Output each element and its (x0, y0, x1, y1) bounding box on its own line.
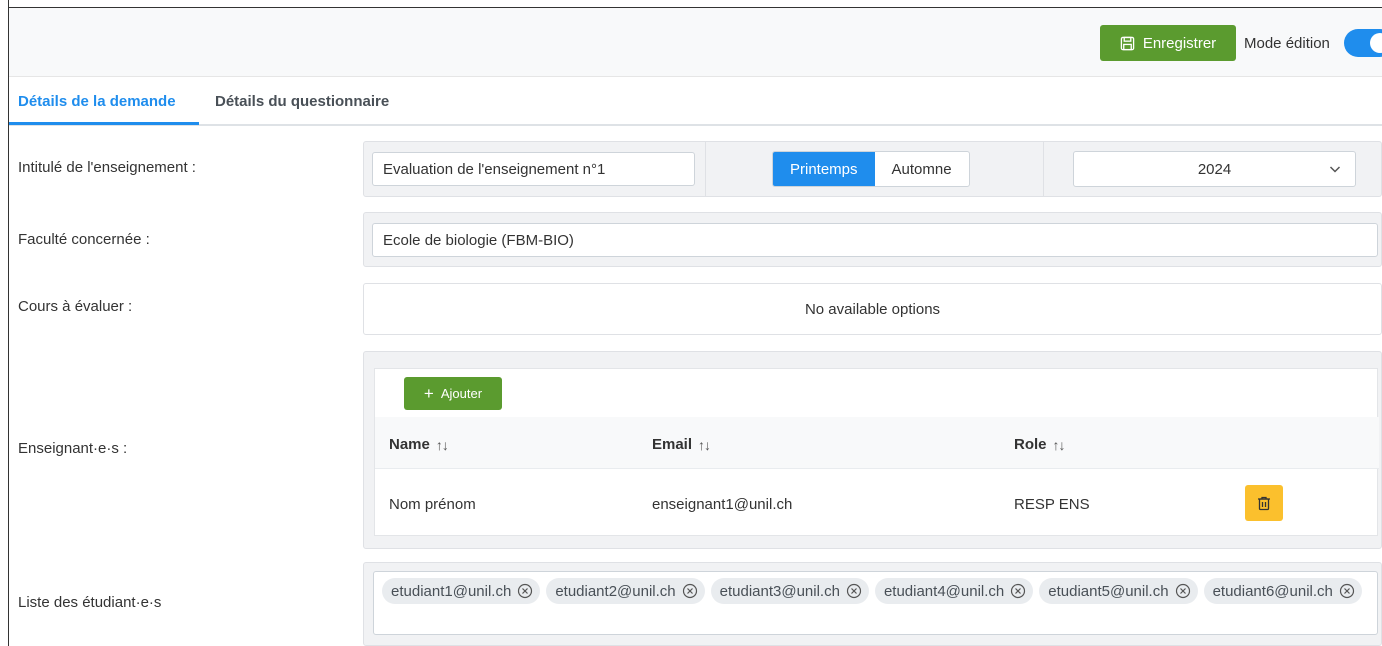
chip-label: etudiant3@unil.ch (719, 582, 840, 600)
chip-label: etudiant5@unil.ch (1048, 582, 1169, 600)
plus-icon: + (423, 384, 434, 403)
delete-teacher-button[interactable] (1245, 485, 1283, 521)
student-chip: etudiant6@unil.ch (1203, 578, 1362, 604)
tab-details-questionnaire[interactable]: Détails du questionnaire (215, 93, 389, 110)
panel-divider (705, 142, 706, 196)
student-chip: etudiant1@unil.ch (382, 578, 541, 604)
teacher-email-cell: enseignant1@unil.ch (652, 496, 793, 513)
remove-circle-icon[interactable] (682, 583, 698, 599)
top-toolbar: Enregistrer Mode édition (9, 8, 1382, 77)
edit-mode-label: Mode édition (1244, 35, 1330, 52)
student-chip: etudiant2@unil.ch (546, 578, 705, 604)
active-tab-indicator (9, 122, 199, 125)
semester-selector: Printemps Automne (772, 151, 970, 187)
add-teacher-button[interactable]: + Ajouter (404, 377, 502, 410)
student-chip: etudiant3@unil.ch (710, 578, 869, 604)
remove-circle-icon[interactable] (1010, 583, 1026, 599)
remove-circle-icon[interactable] (1175, 583, 1191, 599)
remove-circle-icon[interactable] (517, 583, 533, 599)
save-button[interactable]: Enregistrer (1100, 25, 1236, 61)
panel-divider (1043, 142, 1044, 196)
chevron-down-icon (1329, 166, 1341, 173)
cours-label: Cours à évaluer : (18, 298, 133, 315)
teacher-name-cell: Nom prénom (389, 496, 476, 513)
trash-icon (1258, 496, 1270, 510)
table-header: Name ↑↓ Email ↑↓ Role ↑↓ (375, 417, 1379, 469)
enseignants-table: + Ajouter Name ↑↓ Email ↑↓ Role ↑↓ Nom p… (374, 368, 1379, 537)
column-header-email[interactable]: Email ↑↓ (652, 436, 711, 453)
empty-options-message: No available options (804, 300, 941, 318)
edit-mode-toggle[interactable] (1344, 29, 1382, 57)
save-button-label: Enregistrer (1142, 34, 1217, 52)
etudiants-label: Liste des étudiant·e·s (18, 594, 162, 611)
toggle-knob (1370, 33, 1382, 53)
chip-label: etudiant4@unil.ch (883, 582, 1005, 600)
chip-label: etudiant2@unil.ch (555, 582, 676, 600)
add-button-label: Ajouter (440, 386, 483, 401)
year-select-value: 2024 (1197, 160, 1232, 178)
column-header-role[interactable]: Role ↑↓ (1014, 436, 1066, 453)
year-select[interactable]: 2024 (1073, 151, 1356, 187)
faculte-label: Faculté concernée : (18, 231, 150, 248)
cours-multiselect[interactable]: No available options (363, 283, 1382, 335)
sort-icon: ↑↓ (698, 436, 711, 453)
student-chip: etudiant4@unil.ch (874, 578, 1034, 604)
semester-option-printemps[interactable]: Printemps (773, 152, 875, 186)
floppy-disk-icon (1120, 36, 1135, 50)
column-header-label: Name (389, 436, 430, 453)
remove-circle-icon[interactable] (1339, 583, 1355, 599)
chip-label: etudiant6@unil.ch (1212, 582, 1333, 600)
column-header-name[interactable]: Name ↑↓ (389, 436, 449, 453)
table-row: Nom prénom enseignant1@unil.ch RESP ENS (375, 470, 1379, 537)
column-header-label: Role (1014, 436, 1047, 453)
column-header-label: Email (652, 436, 693, 453)
sort-icon: ↑↓ (435, 436, 449, 453)
enseignants-label: Enseignant·e·s : (18, 440, 128, 457)
sort-icon: ↑↓ (1052, 436, 1066, 453)
tab-details-demande[interactable]: Détails de la demande (18, 93, 176, 110)
chip-label: etudiant1@unil.ch (391, 582, 512, 600)
semester-option-automne[interactable]: Automne (875, 152, 969, 186)
faculte-input[interactable]: Ecole de biologie (FBM-BIO) (372, 223, 1378, 257)
students-chips-input[interactable]: etudiant1@unil.ch etudiant2@unil.ch etud… (373, 571, 1378, 635)
remove-circle-icon[interactable] (846, 583, 862, 599)
intitule-input[interactable]: Evaluation de l'enseignement n°1 (372, 152, 695, 186)
intitule-label: Intitulé de l'enseignement : (18, 159, 196, 176)
student-chip: etudiant5@unil.ch (1039, 578, 1198, 604)
teacher-role-cell: RESP ENS (1014, 496, 1090, 513)
tab-bar: Détails de la demande Détails du questio… (9, 77, 1382, 126)
